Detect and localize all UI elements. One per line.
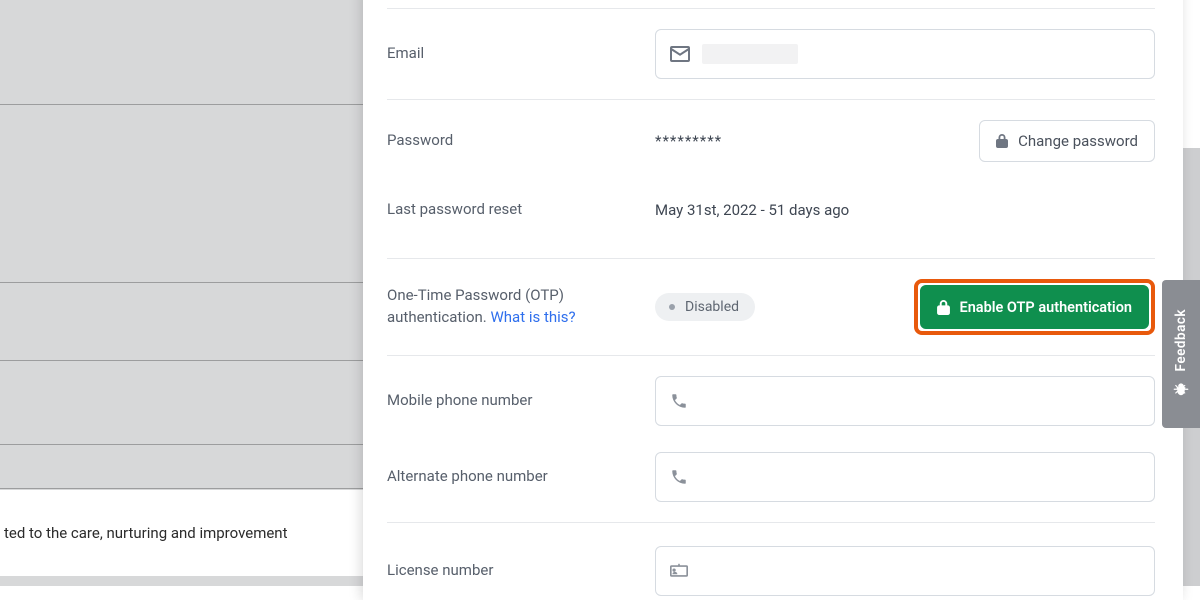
email-value-redacted	[702, 44, 798, 64]
last-reset-value: May 31st, 2022 - 51 days ago	[655, 201, 849, 219]
license-input[interactable]	[655, 546, 1155, 596]
alternate-input[interactable]	[655, 452, 1155, 502]
envelope-icon	[670, 46, 690, 62]
mobile-input[interactable]	[655, 376, 1155, 426]
row-otp: One-Time Password (OTP) authentication. …	[387, 258, 1155, 355]
change-password-label: Change password	[1018, 132, 1138, 150]
feedback-tab[interactable]: Feedback	[1162, 280, 1200, 428]
settings-panel: Email Password ********* Change password	[363, 0, 1183, 600]
id-card-icon	[670, 563, 688, 579]
row-last-reset: Last password reset May 31st, 2022 - 51 …	[387, 182, 1155, 258]
lock-icon	[937, 300, 950, 315]
enable-otp-button[interactable]: Enable OTP authentication	[920, 285, 1149, 329]
phone-icon	[670, 392, 688, 410]
row-password: Password ********* Change password	[387, 99, 1155, 182]
background-partial-text: ted to the care, nurturing and improveme…	[0, 490, 380, 576]
otp-label: One-Time Password (OTP) authentication. …	[387, 285, 655, 329]
row-email: Email	[387, 8, 1155, 99]
mobile-label: Mobile phone number	[387, 390, 655, 412]
row-alternate-phone: Alternate phone number	[387, 446, 1155, 522]
last-reset-label: Last password reset	[387, 199, 655, 221]
alternate-label: Alternate phone number	[387, 466, 655, 488]
row-license: License number	[387, 522, 1155, 598]
change-password-button[interactable]: Change password	[979, 120, 1155, 162]
otp-help-link[interactable]: What is this?	[490, 308, 575, 326]
email-input[interactable]	[655, 29, 1155, 79]
feedback-label: Feedback	[1173, 309, 1189, 371]
phone-icon	[670, 468, 688, 486]
status-dot-icon	[669, 304, 675, 310]
otp-status-text: Disabled	[685, 299, 739, 315]
enable-otp-label: Enable OTP authentication	[960, 299, 1132, 316]
email-label: Email	[387, 43, 655, 65]
bug-icon	[1172, 381, 1190, 399]
highlight-enable-otp: Enable OTP authentication	[914, 279, 1155, 335]
password-masked: *********	[655, 132, 722, 150]
lock-icon	[996, 134, 1008, 148]
password-label: Password	[387, 130, 655, 152]
left-background: ted to the care, nurturing and improveme…	[0, 0, 380, 586]
otp-status-chip: Disabled	[655, 293, 755, 321]
row-mobile-phone: Mobile phone number	[387, 355, 1155, 446]
license-label: License number	[387, 560, 655, 582]
